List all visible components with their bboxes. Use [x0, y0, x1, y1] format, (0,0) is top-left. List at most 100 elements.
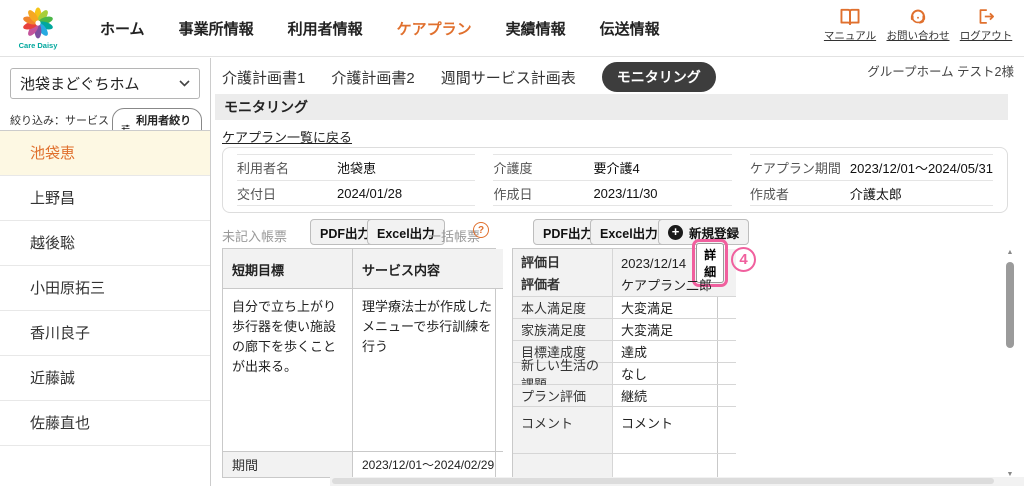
batch-excel-button[interactable]: Excel出力	[590, 219, 668, 245]
info-label: 作成日	[493, 186, 533, 202]
service-user-list: 池袋恵 上野昌 越後聡 小田原拓三 香川良子 近藤誠 佐藤直也	[0, 130, 210, 446]
nav-item-home[interactable]: ホーム	[100, 18, 145, 39]
nav-item-results-info[interactable]: 実績情報	[506, 18, 566, 39]
evaluation-date-label: 評価日	[521, 255, 561, 270]
row-value: 継続	[613, 385, 737, 407]
app-logo[interactable]: Care Daisy	[12, 7, 64, 50]
evaluator-label: 評価者	[521, 277, 561, 292]
service-column-header: サービス内容	[353, 249, 504, 289]
row-value: 達成	[613, 341, 737, 363]
manual-label: マニュアル	[823, 30, 877, 42]
horizontal-scrollbar[interactable]	[330, 477, 1024, 486]
period-value: 2023/12/01～2024/02/29	[362, 458, 495, 472]
evaluation-header-values: 2023/12/14 詳細 ケアプラン二郎	[613, 239, 737, 297]
nav-item-user-info[interactable]: 利用者情報	[288, 18, 363, 39]
nav-item-care-plan[interactable]: ケアプラン	[397, 18, 472, 39]
info-row-created-date: 作成日 2023/11/30	[493, 180, 732, 206]
app-screen: Care Daisy ホーム 事業所情報 利用者情報 ケアプラン 実績情報 伝送…	[0, 0, 1024, 486]
row-value: 大変満足	[613, 319, 737, 341]
sidebar: 池袋まどぐちホム 絞り込み：サービス利用者 利用者絞り込み 池袋恵	[0, 58, 211, 486]
row-value: 大変満足	[613, 297, 737, 319]
row-label: 家族満足度	[513, 319, 613, 341]
info-row-user-name: 利用者名 池袋恵	[237, 154, 476, 180]
info-value: 2023/11/30	[593, 185, 658, 201]
info-value: 池袋恵	[337, 161, 377, 176]
help-icon[interactable]	[473, 222, 489, 238]
evaluator-value: ケアプラン二郎	[621, 278, 713, 293]
back-to-care-plan-list-link[interactable]: ケアプラン一覧に戻る	[222, 127, 352, 146]
plan-info-column: ケアプラン期間 2023/12/01～2024/05/31 作成者 介護太郎	[749, 154, 994, 206]
logout-link[interactable]: ログアウト	[952, 7, 1020, 43]
evaluation-table: 評価日 評価者 2023/12/14 詳細 ケアプラン二郎 本人満足度 大変満足…	[512, 239, 737, 478]
logout-icon	[979, 9, 994, 24]
contact-headset-icon	[910, 9, 926, 24]
page-title: モニタリング	[215, 94, 1008, 120]
evaluation-date-line: 2023/12/14 詳細	[621, 239, 729, 287]
manual-link[interactable]: マニュアル	[816, 7, 884, 43]
daisy-logo-icon	[23, 7, 53, 39]
info-row-issue-date: 交付日 2024/01/28	[237, 180, 476, 206]
scroll-up-arrow-icon[interactable]	[1003, 249, 1017, 256]
info-label: 作成者	[749, 186, 789, 202]
tab-monitoring[interactable]: モニタリング	[601, 62, 716, 92]
info-label: 利用者名	[237, 161, 290, 176]
goal-text: 自分で立ち上がり歩行器を使い施設の廊下を歩くことが出来る。	[223, 289, 353, 452]
row-label: 新しい生活の課題	[513, 358, 613, 392]
info-row-plan-period: ケアプラン期間 2023/12/01～2024/05/31	[749, 154, 994, 180]
main-menu: ホーム 事業所情報 利用者情報 ケアプラン 実績情報 伝送情報	[100, 18, 660, 39]
service-text: 理学療法士が作成したメニューで歩行訓練を行う	[353, 289, 504, 452]
vertical-scrollbar-thumb[interactable]	[1006, 262, 1014, 348]
office-select[interactable]: 池袋まどぐちホム	[10, 68, 200, 99]
contact-link[interactable]: お問い合わせ	[884, 7, 952, 43]
period-label: 期間	[223, 452, 353, 477]
row-value: コメント	[613, 407, 737, 454]
user-list-item[interactable]: 上野昌	[0, 176, 210, 221]
user-list-item[interactable]: 小田原拓三	[0, 266, 210, 311]
nav-item-transmission-info[interactable]: 伝送情報	[600, 18, 660, 39]
user-list-item[interactable]: 池袋恵	[0, 131, 210, 176]
info-value: 2024/01/28	[337, 185, 403, 201]
plan-info-panel: 利用者名 池袋恵 交付日 2024/01/28 介護度 要介護4 作成日 202…	[222, 147, 1008, 213]
unrecorded-forms-label: 未記入帳票	[222, 229, 288, 244]
info-value: 2023/12/01～2024/05/31	[849, 161, 994, 176]
info-row-author: 作成者 介護太郎	[749, 180, 994, 206]
info-label: 交付日	[237, 186, 277, 202]
top-navigation: Care Daisy ホーム 事業所情報 利用者情報 ケアプラン 実績情報 伝送…	[0, 0, 1024, 57]
info-label: 介護度	[493, 161, 533, 176]
info-row-care-level: 介護度 要介護4	[493, 154, 732, 180]
tab-care-plan-2[interactable]: 介護計画書2	[331, 67, 414, 88]
info-value: 介護太郎	[849, 186, 902, 202]
evaluation-date-value: 2023/12/14	[621, 255, 687, 271]
empty-footer-cell	[613, 454, 736, 477]
office-select-value: 池袋まどぐちホム	[20, 76, 140, 93]
plus-icon	[668, 224, 683, 240]
row-label: コメント	[513, 407, 613, 454]
user-list-item[interactable]: 香川良子	[0, 311, 210, 356]
logout-label: ログアウト	[959, 30, 1013, 42]
info-value: 要介護4	[593, 161, 640, 176]
chevron-down-icon	[179, 80, 190, 87]
row-label: 本人満足度	[513, 297, 613, 319]
goal-column-header: 短期目標	[223, 249, 353, 289]
manual-book-icon	[840, 8, 860, 26]
vertical-scrollbar[interactable]	[1003, 249, 1017, 478]
row-value: なし	[613, 363, 737, 385]
plan-info-column: 介護度 要介護4 作成日 2023/11/30	[493, 154, 732, 206]
nav-item-office-info[interactable]: 事業所情報	[179, 18, 254, 39]
user-list-item[interactable]: 近藤誠	[0, 356, 210, 401]
user-list-item[interactable]: 佐藤直也	[0, 401, 210, 446]
info-label: ケアプラン期間	[749, 161, 841, 176]
care-plan-tabs: 介護計画書1 介護計画書2 週間サービス計画表 モニタリング	[222, 62, 716, 92]
short-term-goal-table: 短期目標 サービス内容 自分で立ち上がり歩行器を使い施設の廊下を歩くことが出来る…	[222, 248, 504, 478]
tenant-name: グループホーム テスト2様	[867, 65, 1014, 79]
brand-name: Care Daisy	[18, 40, 58, 50]
empty-footer-cell	[513, 454, 613, 477]
annotation-number-badge: 4	[731, 247, 756, 272]
row-label: プラン評価	[513, 385, 613, 407]
horizontal-scrollbar-thumb[interactable]	[332, 478, 994, 484]
utility-menu: マニュアル お問い合わせ ログアウト	[816, 7, 1020, 43]
plan-info-column: 利用者名 池袋恵 交付日 2024/01/28	[237, 154, 476, 206]
tab-care-plan-1[interactable]: 介護計画書1	[222, 67, 305, 88]
tab-weekly-service-plan[interactable]: 週間サービス計画表	[441, 67, 576, 88]
user-list-item[interactable]: 越後聡	[0, 221, 210, 266]
